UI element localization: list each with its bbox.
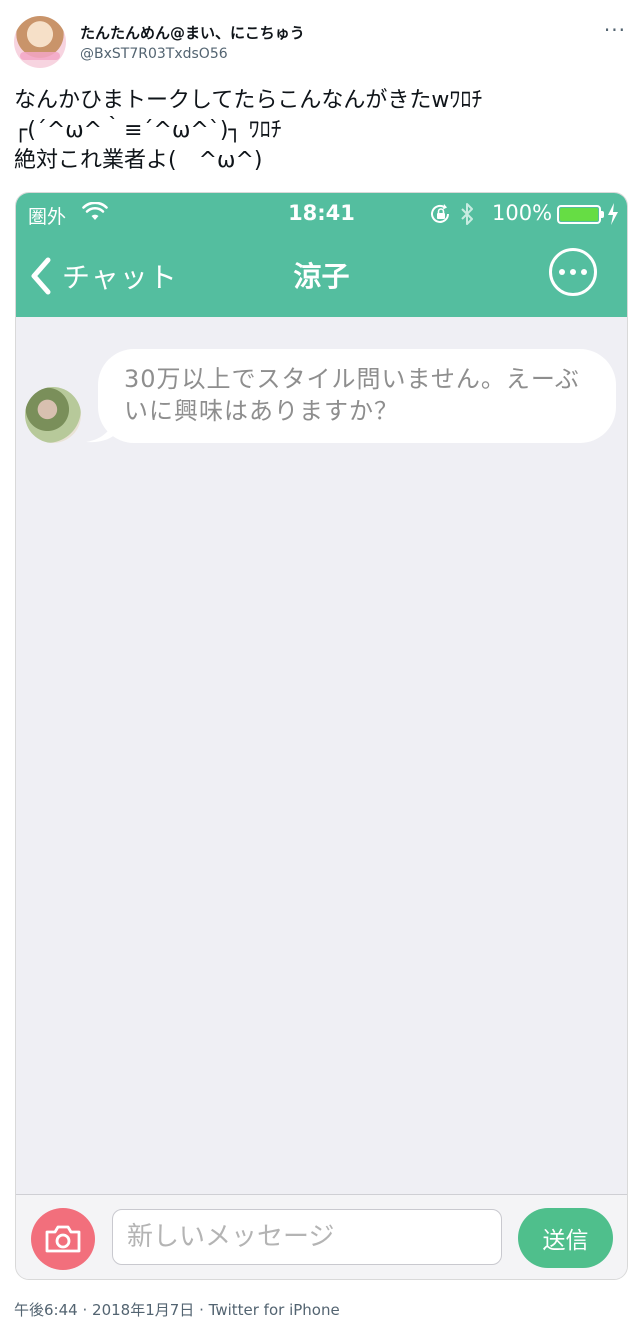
author-avatar[interactable] [14,16,66,68]
status-bar: 圏外 18:41 100% [16,193,627,235]
tweet: たんたんめん@まい、にこちゅう @BxST7R03TxdsO56 ··· なんか… [0,0,640,1337]
more-circle-icon[interactable] [549,248,597,296]
send-button[interactable]: 送信 [518,1208,613,1268]
message-input[interactable] [112,1209,502,1265]
meta-separator: · [82,1301,88,1319]
battery-level [560,208,598,221]
tweet-date[interactable]: 2018年1月7日 [92,1301,194,1319]
tweet-time[interactable]: 午後6:44 [14,1301,78,1319]
nav-bar: チャット 涼子 [16,235,627,317]
attached-screenshot[interactable]: 圏外 18:41 100% チャット 涼子 30万以上でスタイル問いません。えー… [15,192,628,1280]
chat-area[interactable]: 30万以上でスタイル問いません。えーぶいに興味はありますか？ [16,317,627,1194]
avatar-ribbon [20,52,60,60]
tweet-meta: 午後6:44 · 2018年1月7日 · Twitter for iPhone [14,1299,340,1320]
camera-icon [45,1225,81,1253]
author-display-name[interactable]: たんたんめん@まい、にこちゅう [80,22,305,43]
tweet-text: なんかひまトークしてたらこんなんがきたwﾜﾛﾁ ┌(´^ω^｀≡´^ω^`)┐ … [14,86,626,176]
tweet-text-line: 絶対これ業者よ( ^ω^) [14,148,263,173]
battery-icon [557,205,604,224]
tweet-source[interactable]: Twitter for iPhone [209,1301,340,1319]
composer-bar: 送信 [16,1194,627,1279]
camera-button[interactable] [31,1208,95,1270]
author-handle[interactable]: @BxST7R03TxdsO56 [80,46,228,62]
chat-partner-name: 涼子 [293,260,350,293]
message-bubble[interactable]: 30万以上でスタイル問いません。えーぶいに興味はありますか？ [98,349,616,443]
more-horizontal-icon[interactable]: ··· [604,20,626,40]
rotation-lock-icon [431,204,449,223]
meta-separator: · [199,1301,204,1319]
bluetooth-icon [461,203,473,225]
tweet-text-line: なんかひまトークしてたらこんなんがきたwﾜﾛﾁ [14,88,483,113]
charging-icon [608,203,618,225]
tweet-text-line: ┌(´^ω^｀≡´^ω^`)┐ ﾜﾛﾁ [14,118,282,143]
battery-percent: 100% [492,201,553,225]
sender-avatar[interactable] [25,387,81,443]
